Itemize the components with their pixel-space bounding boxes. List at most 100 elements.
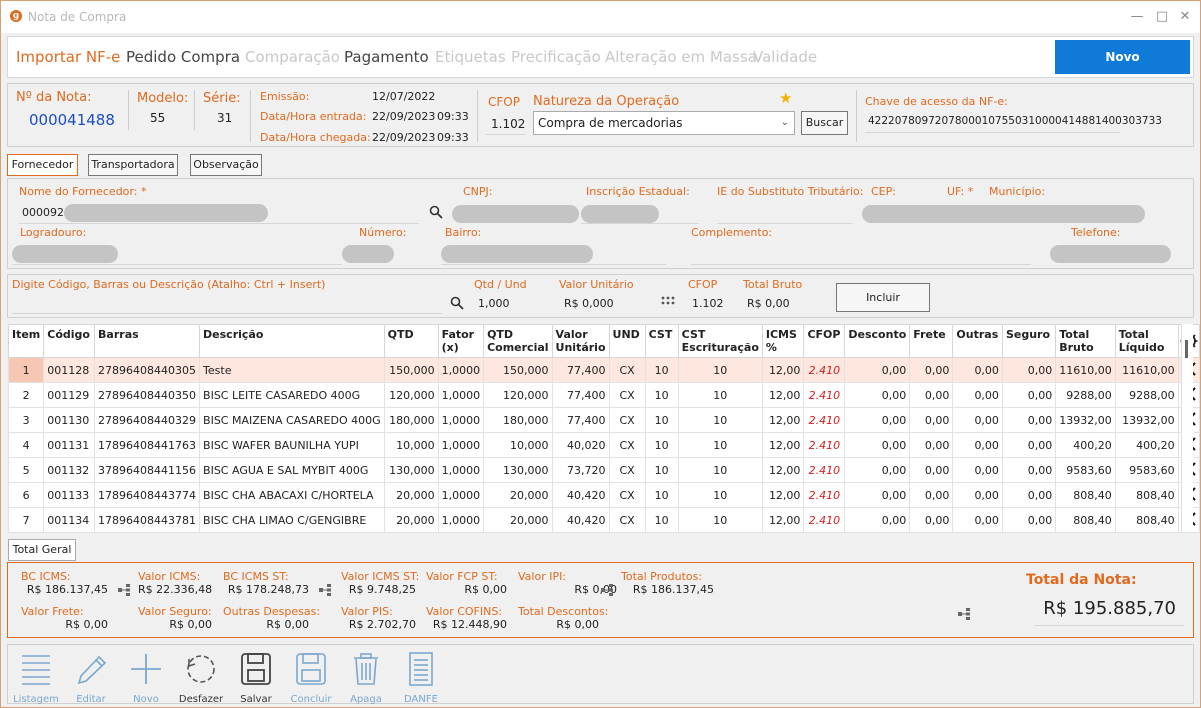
tree-icon[interactable] xyxy=(601,584,614,596)
chegada-time[interactable]: 09:33 xyxy=(437,131,469,144)
table-cell[interactable]: 001132 xyxy=(43,457,96,483)
table-cell[interactable]: 0,00 xyxy=(1001,382,1057,408)
entry-cfop-input[interactable]: 1.102 xyxy=(692,297,724,310)
table-cell[interactable]: BISC LEITE CASAREDO 400G xyxy=(199,382,385,408)
table-cell[interactable]: 2.410 xyxy=(803,482,846,508)
subtab-transportadora[interactable]: Transportadora xyxy=(88,154,178,176)
salvar-button[interactable]: Salvar xyxy=(230,651,282,705)
table-cell[interactable]: 12,00 xyxy=(761,482,805,508)
table-cell[interactable]: 40,020 xyxy=(551,432,610,458)
tree-icon[interactable] xyxy=(319,584,332,596)
column-header[interactable]: Frete xyxy=(909,324,954,358)
table-cell[interactable]: 13932,00 xyxy=(1055,407,1116,433)
table-cell[interactable]: 0,00 xyxy=(952,507,1003,533)
table-cell[interactable]: 1,0000 xyxy=(437,357,485,383)
listagem-button[interactable]: Listagem xyxy=(10,651,62,705)
close-window-button[interactable]: ✕ xyxy=(1175,7,1195,27)
table-cell[interactable]: 10 xyxy=(677,457,763,483)
table-cell[interactable]: 001131 xyxy=(43,432,96,458)
table-cell[interactable]: 0,00 xyxy=(844,457,911,483)
column-header[interactable]: Total Bruto xyxy=(1055,324,1116,358)
column-header[interactable]: CFOP xyxy=(803,324,846,358)
table-cell[interactable]: 0,00 xyxy=(844,407,911,433)
table-cell[interactable]: 0,00 xyxy=(952,457,1003,483)
table-cell[interactable]: 2 xyxy=(7,382,45,408)
table-cell[interactable]: 0,00 xyxy=(909,482,954,508)
table-cell[interactable]: 0,00 xyxy=(844,382,911,408)
table-cell[interactable]: 001128 xyxy=(43,357,96,383)
table-cell[interactable]: 0,00 xyxy=(909,407,954,433)
table-cell[interactable]: 77,400 xyxy=(551,357,610,383)
entrada-time[interactable]: 09:33 xyxy=(437,110,469,123)
column-header[interactable]: QTD Comercial xyxy=(483,324,553,358)
search-icon[interactable] xyxy=(429,205,443,219)
desfazer-button[interactable]: Desfazer xyxy=(175,651,227,705)
table-cell[interactable]: 1,0000 xyxy=(437,407,485,433)
table-cell[interactable]: 27896408440329 xyxy=(94,407,201,433)
column-header[interactable]: QTD xyxy=(383,324,439,358)
column-header[interactable]: Total Líquido xyxy=(1114,324,1179,358)
table-cell[interactable]: 180,000 xyxy=(483,407,553,433)
table-cell[interactable]: Teste xyxy=(199,357,385,383)
subtab-fornecedor[interactable]: Fornecedor xyxy=(7,154,78,176)
valor-unitario-input[interactable]: R$ 0,000 xyxy=(564,297,614,310)
tab-etiquetas[interactable]: Etiquetas xyxy=(435,48,506,66)
fornecedor-codigo[interactable]: 000092 xyxy=(22,206,64,219)
table-cell[interactable]: 0,00 xyxy=(844,432,911,458)
tab-comparacao[interactable]: Comparação xyxy=(245,48,340,66)
column-header[interactable]: Descrição xyxy=(199,324,385,358)
table-cell[interactable]: 0,00 xyxy=(1001,432,1057,458)
table-row[interactable]: 5 001132 37896408441156 BISC AGUA E SAL MYB… xyxy=(7,457,1201,483)
table-cell[interactable]: 808,40 xyxy=(1055,482,1116,508)
table-cell[interactable]: 27896408440305 xyxy=(94,357,201,383)
table-cell[interactable]: 0,00 xyxy=(909,507,954,533)
table-cell[interactable]: 0,00 xyxy=(1001,407,1057,433)
table-cell[interactable]: 0,00 xyxy=(952,382,1003,408)
table-cell[interactable]: CX xyxy=(608,432,646,458)
column-header[interactable]: Desconto xyxy=(844,324,911,358)
table-row[interactable]: 7 001134 17896408443781 BISC CHA LIMAO C/GE… xyxy=(7,507,1201,533)
star-icon[interactable]: ★ xyxy=(779,89,792,107)
table-cell[interactable]: 9583,60 xyxy=(1114,457,1179,483)
table-cell[interactable]: 9288,00 xyxy=(1114,382,1179,408)
table-cell[interactable]: 0,00 xyxy=(909,357,954,383)
table-cell[interactable]: 12,00 xyxy=(761,357,805,383)
table-cell[interactable]: 130,000 xyxy=(483,457,553,483)
chave-value[interactable]: 4222078097207800010755031000041488140030… xyxy=(868,115,1162,127)
table-cell[interactable]: 0,00 xyxy=(1001,457,1057,483)
table-cell[interactable]: 3 xyxy=(7,407,45,433)
table-cell[interactable]: 1 xyxy=(7,357,45,383)
table-cell[interactable]: 0,00 xyxy=(1001,482,1057,508)
table-cell[interactable]: 5 xyxy=(7,457,45,483)
table-cell[interactable]: 17896408443774 xyxy=(94,482,201,508)
novo-toolbar-button[interactable]: Novo xyxy=(120,651,172,705)
table-cell[interactable]: 808,40 xyxy=(1114,507,1179,533)
entrada-date[interactable]: 22/09/2023 xyxy=(372,110,435,123)
column-header[interactable]: Código xyxy=(43,324,96,358)
column-header[interactable]: Seguro xyxy=(1001,324,1057,358)
table-cell[interactable]: 27896408440350 xyxy=(94,382,201,408)
table-cell[interactable]: 0,00 xyxy=(909,382,954,408)
table-cell[interactable]: 2.410 xyxy=(803,382,846,408)
table-cell[interactable]: 0,00 xyxy=(1001,357,1057,383)
tab-total-geral[interactable]: Total Geral xyxy=(8,539,76,561)
table-cell[interactable]: 2.410 xyxy=(803,507,846,533)
tab-pagamento[interactable]: Pagamento xyxy=(344,48,429,66)
table-cell[interactable]: 10 xyxy=(644,432,679,458)
table-cell[interactable]: 400,20 xyxy=(1055,432,1116,458)
table-cell[interactable]: 20,000 xyxy=(383,482,439,508)
table-cell[interactable]: 20,000 xyxy=(483,507,553,533)
search-product-input[interactable] xyxy=(12,313,442,314)
table-cell[interactable]: 400,20 xyxy=(1114,432,1179,458)
maximize-button[interactable]: □ xyxy=(1152,7,1172,27)
concluir-button[interactable]: Concluir xyxy=(285,651,337,705)
danfe-button[interactable]: DANFE xyxy=(395,651,447,705)
table-cell[interactable]: 10 xyxy=(677,432,763,458)
natureza-select[interactable]: Compra de mercadorias ⌄ xyxy=(533,111,795,135)
tab-precificacao[interactable]: Precificação xyxy=(511,48,601,66)
table-cell[interactable]: 10 xyxy=(677,382,763,408)
table-cell[interactable]: 37896408441156 xyxy=(94,457,201,483)
apaga-button[interactable]: Apaga xyxy=(340,651,392,705)
table-cell[interactable]: 2.410 xyxy=(803,457,846,483)
incluir-button[interactable]: Incluir xyxy=(836,283,930,312)
